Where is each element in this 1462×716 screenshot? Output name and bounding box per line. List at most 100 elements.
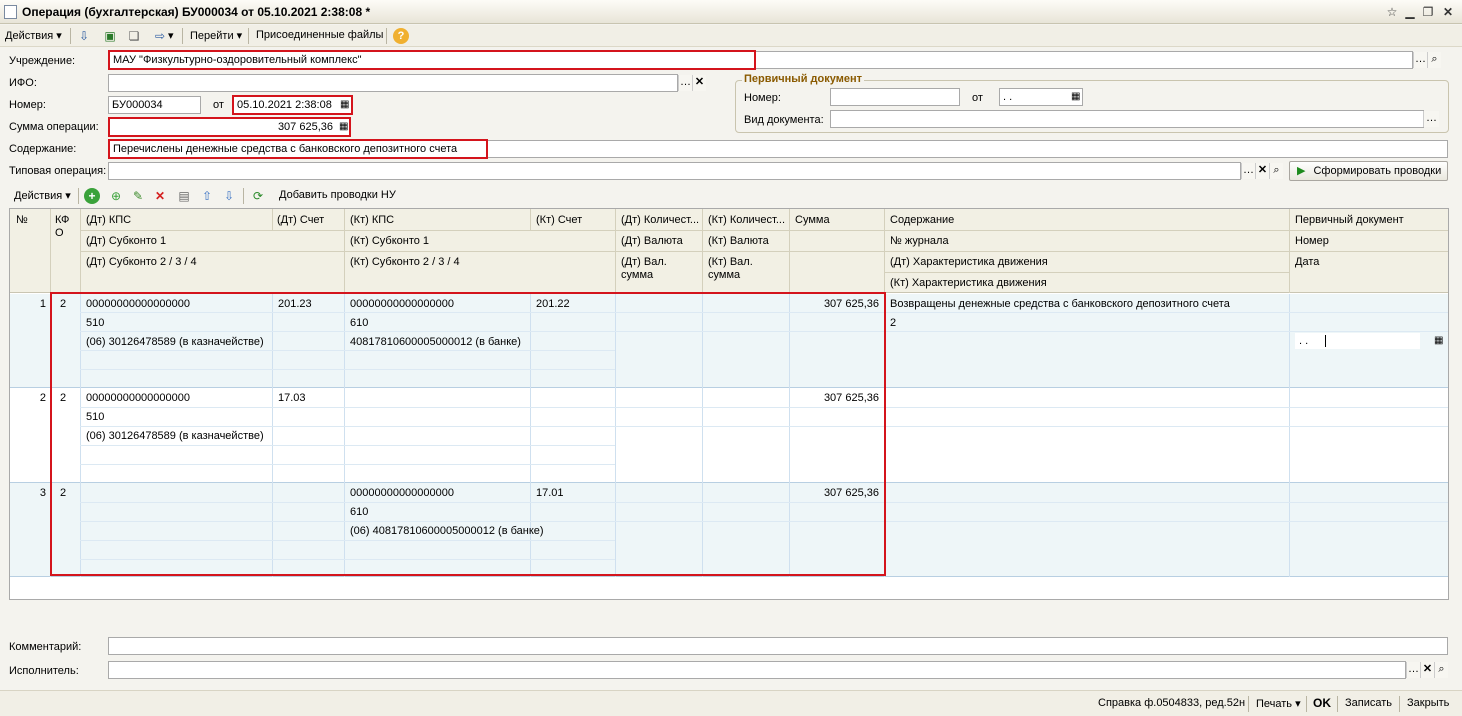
col-kt-movement[interactable]: (Кт) Характеристика движения [886, 275, 1051, 291]
row-kt-sub1[interactable]: 610 [346, 315, 372, 331]
row-kt-sub234[interactable]: 40817810600005000012 (в банке) [346, 334, 525, 350]
col-content[interactable]: Содержание [886, 212, 958, 228]
row-kt-account[interactable]: 17.01 [532, 485, 568, 501]
table-row[interactable] [10, 483, 1448, 577]
col-dt-currency[interactable]: (Дт) Валюта [617, 233, 687, 249]
col-date[interactable]: Дата [1291, 254, 1323, 270]
primary-doc-number-field[interactable] [830, 88, 960, 106]
maximize-button[interactable]: ❐ [1420, 5, 1436, 19]
row-sum[interactable]: 307 625,36 [791, 485, 883, 501]
ifo-field[interactable] [108, 74, 678, 92]
col-kt-sub1[interactable]: (Кт) Субконто 1 [346, 233, 433, 249]
col-dt-cur-sum[interactable]: (Дт) Вал. сумма [617, 254, 697, 284]
primary-doc-type-field[interactable] [830, 110, 1424, 128]
content-field[interactable]: Перечислены денежные средства с банковск… [108, 139, 488, 159]
grid-actions-menu[interactable]: Действия ▾ [14, 189, 71, 202]
calendar-icon[interactable]: ▦ [340, 99, 349, 110]
col-number[interactable]: Номер [1291, 233, 1333, 249]
date-field[interactable]: 05.10.2021 2:38:08 [232, 95, 353, 115]
col-kt-qty[interactable]: (Кт) Количест... [704, 212, 788, 228]
save-button[interactable]: Записать [1345, 697, 1392, 709]
print-menu[interactable]: Печать ▾ [1256, 697, 1301, 710]
select-button[interactable]: … [1423, 111, 1439, 127]
row-dt-kps[interactable]: 00000000000000000 [82, 296, 194, 312]
col-kt-sub234[interactable]: (Кт) Субконто 2 / 3 / 4 [346, 254, 464, 270]
row-kt-kps[interactable] [346, 390, 354, 394]
row-dt-kps[interactable]: 00000000000000000 [82, 390, 194, 406]
help-form-button[interactable]: Справка ф.0504833, ред.52н [1098, 697, 1245, 709]
row-dt-account[interactable]: 201.23 [274, 296, 316, 312]
row-date-editor[interactable]: . . [1295, 333, 1420, 349]
search-icon[interactable]: ⌕ [1269, 163, 1283, 179]
col-dt-qty[interactable]: (Дт) Количест... [617, 212, 701, 228]
row-dt-sub234[interactable]: (06) 30126478589 (в казначействе) [82, 334, 268, 350]
row-dt-sub234[interactable]: (06) 30126478589 (в казначействе) [82, 428, 268, 444]
col-dt-kps[interactable]: (Дт) КПС [82, 212, 135, 228]
row-kfo[interactable]: 2 [56, 296, 70, 312]
close-window-button[interactable]: ✕ [1440, 5, 1456, 19]
row-kfo[interactable]: 2 [56, 390, 70, 406]
col-sum[interactable]: Сумма [791, 212, 834, 228]
comment-field[interactable] [108, 637, 1448, 655]
col-dt-movement[interactable]: (Дт) Характеристика движения [886, 254, 1052, 270]
calculator-icon[interactable]: ▦ [339, 121, 348, 132]
move-up-icon[interactable]: ⇧ [199, 188, 215, 204]
row-dt-sub1[interactable]: 510 [82, 315, 108, 331]
generate-postings-button[interactable]: ▶ Сформировать проводки [1289, 161, 1448, 181]
institution-field[interactable]: МАУ "Физкультурно-оздоровительный компле… [108, 50, 756, 70]
save-icon[interactable]: ▣ [102, 28, 118, 44]
based-on-dropdown[interactable]: ▾ [168, 29, 174, 42]
search-icon[interactable]: ⌕ [1434, 662, 1448, 678]
delete-icon[interactable]: ✕ [152, 188, 168, 204]
favorite-star-icon[interactable]: ☆ [1384, 5, 1400, 19]
row-journal-no[interactable]: 2 [886, 315, 900, 331]
col-kt-kps[interactable]: (Кт) КПС [346, 212, 398, 228]
row-kt-account[interactable]: 201.22 [532, 296, 574, 312]
clear-icon[interactable]: ✕ [692, 75, 706, 91]
select-button[interactable]: … [1413, 52, 1427, 68]
select-button[interactable]: … [1241, 163, 1255, 179]
col-kt-account[interactable]: (Кт) Счет [532, 212, 586, 228]
col-kfo[interactable]: КФ О [51, 212, 79, 242]
col-dt-sub234[interactable]: (Дт) Субконто 2 / 3 / 4 [82, 254, 201, 270]
row-kfo[interactable]: 2 [56, 485, 70, 501]
end-edit-icon[interactable]: ▤ [176, 188, 192, 204]
calendar-icon[interactable]: ▦ [1434, 335, 1443, 346]
goto-menu[interactable]: Перейти ▾ [190, 29, 242, 42]
row-kt-sub234[interactable]: (06) 40817810600005000012 (в банке) [346, 523, 548, 539]
close-button[interactable]: Закрыть [1407, 697, 1449, 709]
sum-field[interactable]: 307 625,36 [108, 117, 351, 137]
calendar-icon[interactable]: ▦ [1071, 91, 1080, 102]
add-copy-icon[interactable]: ⊕ [108, 188, 124, 204]
col-dt-account[interactable]: (Дт) Счет [273, 212, 328, 228]
clear-icon[interactable]: ✕ [1420, 662, 1434, 678]
search-icon[interactable]: ⌕ [1427, 52, 1441, 68]
row-sum[interactable]: 307 625,36 [791, 390, 883, 406]
row-content[interactable]: Возвращены денежные средства с банковско… [886, 296, 1286, 312]
help-icon[interactable]: ? [393, 28, 409, 44]
minimize-button[interactable]: ▁ [1402, 5, 1418, 19]
ok-button[interactable]: OK [1313, 696, 1331, 710]
edit-icon[interactable]: ✎ [130, 188, 146, 204]
executor-field[interactable] [108, 661, 1406, 679]
row-kt-kps[interactable]: 00000000000000000 [346, 485, 458, 501]
number-field[interactable]: БУ000034 [108, 96, 201, 114]
typical-operation-field[interactable] [108, 162, 1241, 180]
row-kt-kps[interactable]: 00000000000000000 [346, 296, 458, 312]
col-kt-currency[interactable]: (Кт) Валюта [704, 233, 773, 249]
add-nu-postings-button[interactable]: Добавить проводки НУ [279, 189, 396, 201]
col-dt-sub1[interactable]: (Дт) Субконто 1 [82, 233, 170, 249]
move-down-icon[interactable]: ⇩ [221, 188, 237, 204]
copy-icon[interactable]: ❏ [126, 28, 142, 44]
select-button[interactable]: … [1406, 662, 1420, 678]
col-kt-cur-sum[interactable]: (Кт) Вал. сумма [704, 254, 784, 284]
refresh-icon[interactable]: ⟳ [250, 188, 266, 204]
col-primary-doc[interactable]: Первичный документ [1291, 212, 1408, 228]
row-dt-account[interactable]: 17.03 [274, 390, 310, 406]
clear-icon[interactable]: ✕ [1255, 163, 1269, 179]
col-journal-no[interactable]: № журнала [886, 233, 953, 249]
row-kt-account[interactable] [532, 390, 540, 394]
row-sum[interactable]: 307 625,36 [791, 296, 883, 312]
actions-menu[interactable]: Действия ▾ [5, 29, 62, 42]
select-button[interactable]: … [678, 75, 692, 91]
